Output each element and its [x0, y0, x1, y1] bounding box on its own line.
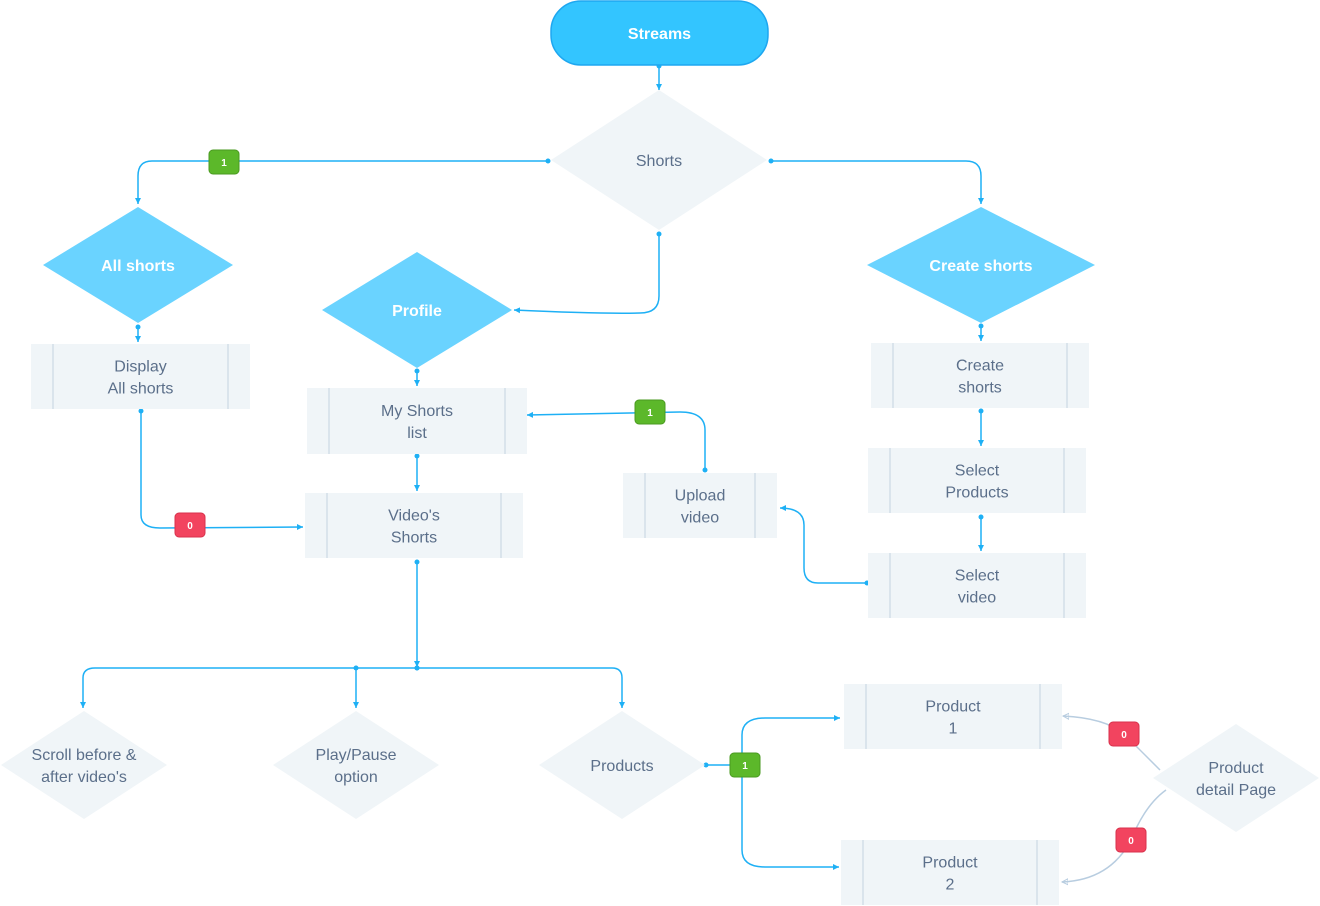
node-label: video [958, 590, 996, 607]
node-label: video [681, 510, 719, 527]
node-select-products[interactable]: Select Products [868, 448, 1086, 513]
node-select-video[interactable]: Select video [868, 553, 1086, 618]
node-label: Play/Pause [316, 747, 397, 764]
node-scroll[interactable]: Scroll before & after video's [1, 711, 167, 819]
node-create-shorts[interactable]: Create shorts [871, 343, 1089, 408]
node-label: after video's [41, 769, 127, 786]
node-label: Display [114, 359, 166, 376]
badge-text: 0 [1128, 836, 1134, 847]
connector-edge [138, 408, 304, 531]
node-products[interactable]: Products [539, 711, 705, 819]
node-label: Product [925, 699, 981, 716]
node-label: list [407, 425, 427, 442]
node-shorts[interactable]: Shorts [551, 90, 767, 230]
node-product-1[interactable]: Product 1 [844, 684, 1062, 749]
badge-no: 0 [174, 512, 206, 538]
node-videos-shorts[interactable]: Video's Shorts [305, 493, 523, 558]
node-label: Products [945, 485, 1008, 502]
badge-text: 0 [187, 521, 193, 532]
node-label: Streams [628, 26, 691, 43]
node-product-detail[interactable]: Product detail Page [1153, 724, 1319, 832]
node-upload-video[interactable]: Upload video [623, 473, 777, 538]
node-create-shorts-decision[interactable]: Create shorts [867, 207, 1095, 323]
node-label: Product [922, 855, 978, 872]
badge-text: 1 [742, 761, 748, 772]
badge-no: 0 [1115, 827, 1147, 853]
connector-edge [526, 411, 708, 473]
node-profile[interactable]: Profile [322, 252, 512, 368]
node-display-all-shorts[interactable]: Display All shorts [31, 344, 250, 409]
connector-edge [779, 505, 870, 586]
node-label: shorts [958, 380, 1002, 397]
node-label: Scroll before & [32, 747, 137, 764]
badge-yes: 1 [208, 149, 240, 175]
connector-edge [513, 231, 662, 314]
node-all-shorts[interactable]: All shorts [43, 207, 233, 323]
connector-edge [703, 715, 840, 768]
node-label: 1 [949, 721, 958, 738]
badge-no: 0 [1108, 721, 1140, 747]
node-label: 2 [946, 877, 955, 894]
node-label: option [334, 769, 378, 786]
connector-edge [1062, 789, 1167, 882]
node-product-2[interactable]: Product 2 [841, 840, 1059, 905]
connector-edge [414, 665, 625, 708]
node-label: Shorts [636, 153, 682, 170]
node-label: All shorts [101, 258, 175, 275]
node-label: Shorts [391, 530, 437, 547]
node-label: detail Page [1196, 782, 1276, 799]
connector-edge [135, 158, 551, 204]
badge-text: 1 [647, 408, 653, 419]
node-play-pause[interactable]: Play/Pause option [273, 711, 439, 819]
node-label: Video's [388, 508, 440, 525]
node-label: Select [955, 568, 1000, 585]
node-label: Product [1208, 760, 1264, 777]
node-label: My Shorts [381, 403, 453, 420]
node-label: Select [955, 463, 1000, 480]
node-streams[interactable]: Streams [550, 0, 769, 66]
flowchart: Streams Shorts All shorts Profile Create sho… [1, 0, 1319, 905]
node-label: Products [590, 758, 653, 775]
badge-yes: 1 [634, 399, 666, 425]
node-label: All shorts [108, 381, 174, 398]
badge-text: 1 [221, 158, 227, 169]
node-label: Profile [392, 303, 442, 320]
node-my-shorts-list[interactable]: My Shorts list [307, 388, 527, 454]
connector-edge [80, 665, 420, 708]
node-label: Create shorts [929, 258, 1032, 275]
node-label: Upload [675, 488, 726, 505]
connector-edge [768, 158, 984, 204]
connector-edge [739, 762, 839, 870]
node-label: Create [956, 358, 1004, 375]
badge-text: 0 [1121, 730, 1127, 741]
badge-yes: 1 [729, 752, 761, 778]
